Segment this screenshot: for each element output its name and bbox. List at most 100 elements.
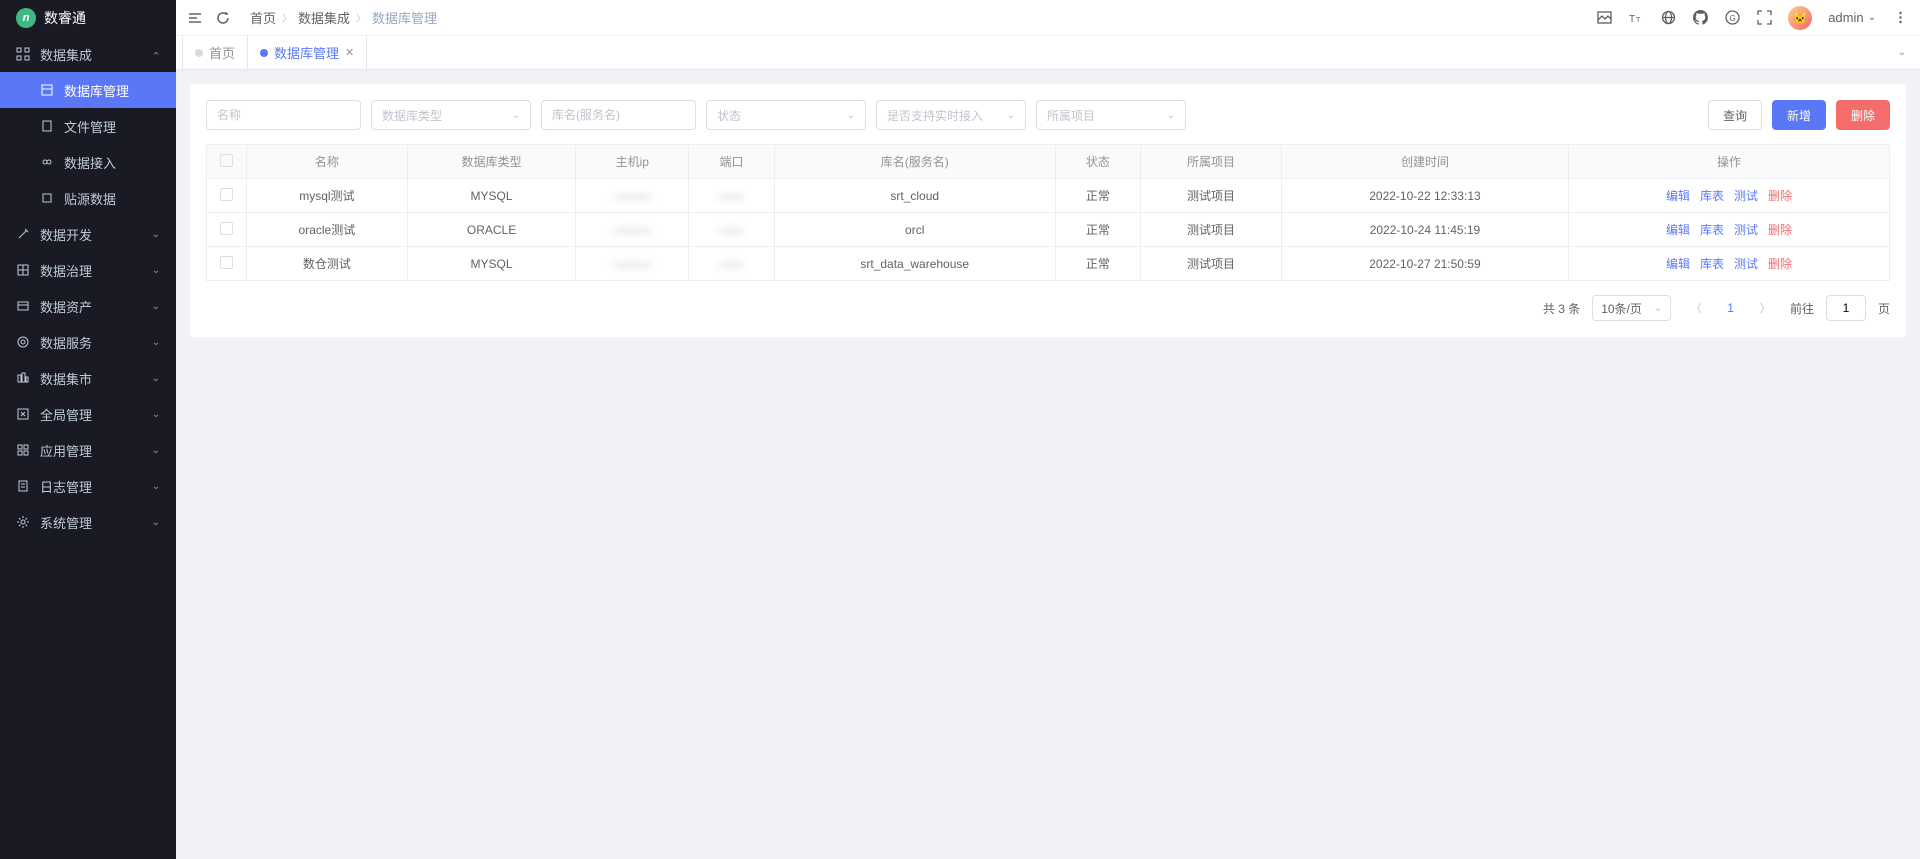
chevron-down-icon: ⌄ <box>152 481 160 492</box>
op-test[interactable]: 测试 <box>1734 221 1758 238</box>
table-header: 创建时间 <box>1281 145 1568 179</box>
op-delete[interactable]: 删除 <box>1768 221 1792 238</box>
op-edit[interactable]: 编辑 <box>1666 187 1690 204</box>
cell-created: 2022-10-24 11:45:19 <box>1281 213 1568 247</box>
chevron-down-icon: ⌄ <box>152 265 160 276</box>
sidebar-item-data-governance[interactable]: 数据治理 ⌄ <box>0 252 176 288</box>
brand-name: 数睿通 <box>44 8 86 28</box>
search-button[interactable]: 查询 <box>1708 100 1762 130</box>
pagination: 共 3 条 10条/页 ⌄ 〈 1 〉 前往 页 <box>206 295 1890 321</box>
pagination-total: 共 3 条 <box>1543 300 1580 317</box>
chevron-down-icon: ⌄ <box>152 373 160 384</box>
gitee-icon[interactable]: G <box>1724 10 1740 26</box>
op-test[interactable]: 测试 <box>1734 255 1758 272</box>
fullscreen-icon[interactable] <box>1756 10 1772 26</box>
table-row: 数仓测试MYSQL—————srt_data_warehouse正常测试项目20… <box>207 247 1890 281</box>
sidebar-item-label: 数据集成 <box>40 45 142 64</box>
sidebar-item-db-management[interactable]: 数据库管理 <box>0 72 176 108</box>
svg-text:T: T <box>1636 17 1641 24</box>
breadcrumb-separator-icon: 〉 <box>356 10 366 25</box>
font-size-icon[interactable]: TT <box>1628 10 1644 26</box>
cell-name: mysql测试 <box>247 179 408 213</box>
sidebar-item-data-asset[interactable]: 数据资产 ⌄ <box>0 288 176 324</box>
cell-dbname: srt_cloud <box>774 179 1055 213</box>
cell-port: —— <box>689 179 774 213</box>
filter-status-select[interactable]: 状态⌄ <box>706 100 866 130</box>
image-icon[interactable] <box>1596 10 1612 26</box>
menu-toggle-icon[interactable] <box>188 11 202 25</box>
sidebar-item-data-service[interactable]: 数据服务 ⌄ <box>0 324 176 360</box>
table-header-checkbox[interactable] <box>207 145 247 179</box>
cell-dbtype: ORACLE <box>407 213 575 247</box>
tabs-more-icon[interactable]: ⌄ <box>1890 47 1914 58</box>
close-icon[interactable]: ✕ <box>345 46 354 59</box>
github-icon[interactable] <box>1692 10 1708 26</box>
sidebar-item-data-market[interactable]: 数据集市 ⌄ <box>0 360 176 396</box>
cell-created: 2022-10-22 12:33:13 <box>1281 179 1568 213</box>
cell-dbname: srt_data_warehouse <box>774 247 1055 281</box>
sidebar-item-data-access[interactable]: 数据接入 <box>0 144 176 180</box>
op-tables[interactable]: 库表 <box>1700 221 1724 238</box>
tabs-bar: 首页 数据库管理 ✕ ⌄ <box>176 36 1920 70</box>
sidebar-item-global-management[interactable]: 全局管理 ⌄ <box>0 396 176 432</box>
op-tables[interactable]: 库表 <box>1700 187 1724 204</box>
op-delete[interactable]: 删除 <box>1768 187 1792 204</box>
cell-project: 测试项目 <box>1141 213 1282 247</box>
op-test[interactable]: 测试 <box>1734 187 1758 204</box>
filter-dbtype-select[interactable]: 数据库类型⌄ <box>371 100 531 130</box>
sidebar-item-system-management[interactable]: 系统管理 ⌄ <box>0 504 176 540</box>
cell-port: —— <box>689 247 774 281</box>
breadcrumb-parent[interactable]: 数据集成 <box>298 8 350 27</box>
op-edit[interactable]: 编辑 <box>1666 221 1690 238</box>
op-edit[interactable]: 编辑 <box>1666 255 1690 272</box>
sidebar-item-app-management[interactable]: 应用管理 ⌄ <box>0 432 176 468</box>
cell-ops: 编辑库表测试删除 <box>1569 179 1890 213</box>
sidebar-item-data-dev[interactable]: 数据开发 ⌄ <box>0 216 176 252</box>
globe-icon[interactable] <box>1660 10 1676 26</box>
sidebar-item-label: 系统管理 <box>40 513 142 532</box>
grid-icon <box>16 47 30 61</box>
filter-realtime-select[interactable]: 是否支持实时接入⌄ <box>876 100 1026 130</box>
pagination-prev[interactable]: 〈 <box>1683 295 1709 321</box>
row-checkbox[interactable] <box>207 179 247 213</box>
filter-dbname-input[interactable] <box>541 100 696 130</box>
sidebar-item-log-management[interactable]: 日志管理 ⌄ <box>0 468 176 504</box>
row-checkbox[interactable] <box>207 247 247 281</box>
logo-area[interactable]: n 数睿通 <box>0 0 176 36</box>
op-delete[interactable]: 删除 <box>1768 255 1792 272</box>
sidebar-item-file-management[interactable]: 文件管理 <box>0 108 176 144</box>
chevron-down-icon: ⌄ <box>152 517 160 528</box>
sidebar-item-source-data[interactable]: 贴源数据 <box>0 180 176 216</box>
data-table: 名称 数据库类型 主机ip 端口 库名(服务名) 状态 所属项目 创建时间 操作… <box>206 144 1890 281</box>
table-header: 状态 <box>1055 145 1140 179</box>
cell-host: ——— <box>576 179 689 213</box>
table-header: 主机ip <box>576 145 689 179</box>
pagination-page-number[interactable]: 1 <box>1721 301 1740 315</box>
add-button[interactable]: 新增 <box>1772 100 1826 130</box>
reload-icon[interactable] <box>216 11 230 25</box>
more-icon[interactable] <box>1892 10 1908 26</box>
pagination-size-select[interactable]: 10条/页 ⌄ <box>1592 295 1671 321</box>
tab-status-dot-icon <box>260 49 268 57</box>
filter-project-select[interactable]: 所属项目⌄ <box>1036 100 1186 130</box>
breadcrumb: 首页 〉 数据集成 〉 数据库管理 <box>250 8 437 27</box>
pagination-goto-input[interactable] <box>1826 295 1866 321</box>
row-checkbox[interactable] <box>207 213 247 247</box>
tab-label: 数据库管理 <box>274 43 339 62</box>
filter-name-input[interactable] <box>206 100 361 130</box>
cell-ops: 编辑库表测试删除 <box>1569 247 1890 281</box>
gear-icon <box>16 515 30 529</box>
breadcrumb-home[interactable]: 首页 <box>250 8 276 27</box>
sidebar: n 数睿通 数据集成 ⌄ 数据库管理 文件管理 数据接入 <box>0 0 176 859</box>
tab-label: 首页 <box>209 43 235 62</box>
avatar[interactable]: 🐱 <box>1788 6 1812 30</box>
chevron-down-icon: ⌄ <box>152 445 160 456</box>
sidebar-item-data-integration[interactable]: 数据集成 ⌄ <box>0 36 176 72</box>
user-menu[interactable]: admin ⌄ <box>1828 10 1876 25</box>
pagination-next[interactable]: 〉 <box>1752 295 1778 321</box>
delete-button[interactable]: 删除 <box>1836 100 1890 130</box>
tab-db-management[interactable]: 数据库管理 ✕ <box>248 36 367 69</box>
op-tables[interactable]: 库表 <box>1700 255 1724 272</box>
tab-home[interactable]: 首页 <box>182 36 248 69</box>
cell-host: ——— <box>576 213 689 247</box>
